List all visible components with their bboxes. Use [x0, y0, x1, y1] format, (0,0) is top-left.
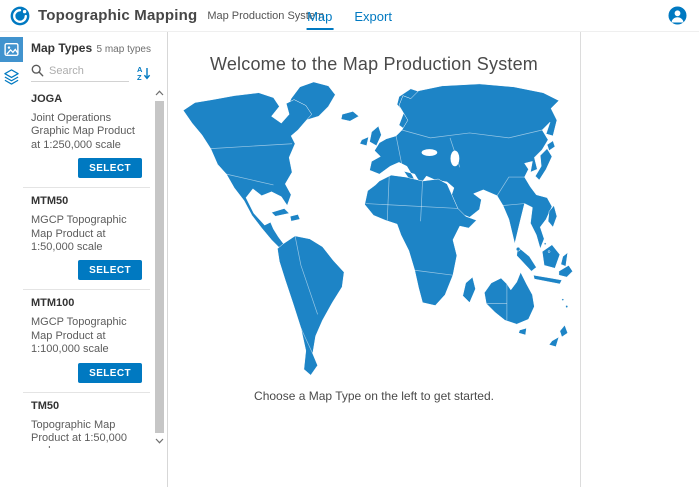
footer-hint: Choose a Map Type on the left to get sta…	[254, 389, 494, 403]
map-types-sidebar: Map Types 5 map types A Z	[23, 32, 168, 487]
panel-tool-strip	[0, 32, 23, 487]
sidebar-scrollbar	[152, 86, 167, 448]
world-map	[175, 79, 573, 385]
account-icon[interactable]	[667, 6, 687, 26]
magnifier-icon	[31, 64, 44, 77]
tab-export[interactable]: Export	[353, 3, 393, 30]
map-type-description: Joint Operations Graphic Map Product at …	[31, 112, 144, 152]
app-body: Map Types 5 map types A Z	[0, 32, 699, 487]
select-button-joga[interactable]: SELECT	[78, 158, 142, 178]
map-type-card-tm50: TM50 Topographic Map Product at 1:50,000…	[23, 392, 150, 448]
layers-icon[interactable]	[0, 64, 23, 89]
svg-text:Z: Z	[137, 73, 142, 81]
sidebar-scrollbar-thumb[interactable]	[155, 101, 164, 433]
sidebar-header: Map Types 5 map types	[23, 41, 167, 55]
header-tabs: Map Export	[306, 0, 393, 32]
sort-az-icon[interactable]: A Z	[136, 65, 151, 81]
map-preview-icon[interactable]	[0, 37, 23, 62]
map-type-name: MTM100	[31, 297, 144, 309]
search-row: A Z	[31, 64, 151, 82]
app-title: Topographic Mapping	[38, 7, 197, 24]
map-type-description: MGCP Topographic Map Product at 1:100,00…	[31, 316, 144, 356]
welcome-title: Welcome to the Map Production System	[210, 54, 538, 75]
sidebar-title: Map Types	[31, 41, 92, 55]
search-input[interactable]	[49, 65, 119, 77]
map-type-name: TM50	[31, 400, 144, 412]
map-type-card-mtm100: MTM100 MGCP Topographic Map Product at 1…	[23, 289, 150, 391]
tab-map[interactable]: Map	[306, 3, 333, 30]
app-window: Topographic Mapping Map Production Syste…	[0, 0, 699, 487]
main-panel: Welcome to the Map Production System	[168, 32, 581, 487]
app-header: Topographic Mapping Map Production Syste…	[0, 0, 699, 32]
chevron-down-icon[interactable]	[152, 434, 167, 448]
map-types-count: 5 map types	[97, 44, 151, 55]
map-type-name: JOGA	[31, 93, 144, 105]
chevron-up-icon[interactable]	[152, 86, 167, 100]
select-button-mtm50[interactable]: SELECT	[78, 260, 142, 280]
map-type-card-joga: JOGA Joint Operations Graphic Map Produc…	[23, 86, 150, 187]
map-type-description: Topographic Map Product at 1:50,000 scal…	[31, 419, 144, 448]
map-type-list: JOGA Joint Operations Graphic Map Produc…	[23, 86, 167, 448]
map-type-description: MGCP Topographic Map Product at 1:50,000…	[31, 214, 144, 254]
right-empty-region	[581, 32, 699, 487]
search-box	[31, 64, 129, 82]
select-button-mtm100[interactable]: SELECT	[78, 363, 142, 383]
globe-logo-icon	[10, 6, 30, 26]
map-type-name: MTM50	[31, 195, 144, 207]
map-type-card-mtm50: MTM50 MGCP Topographic Map Product at 1:…	[23, 187, 150, 289]
